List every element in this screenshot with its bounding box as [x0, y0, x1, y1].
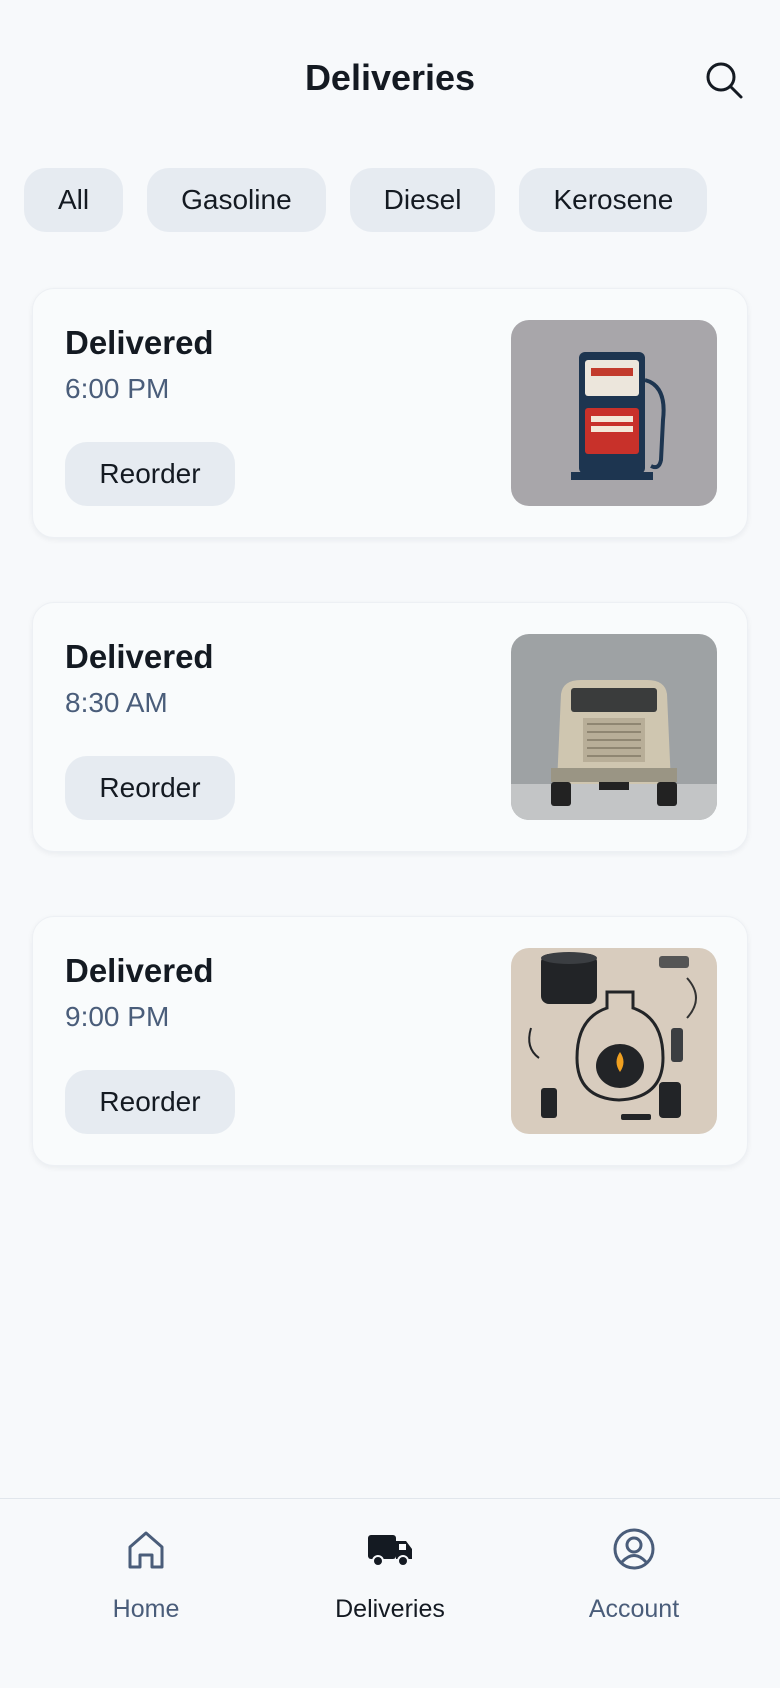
- search-button[interactable]: [700, 56, 748, 104]
- gas-pump-image: [511, 320, 717, 506]
- nav-item-deliveries[interactable]: Deliveries: [290, 1525, 490, 1645]
- page-title: Deliveries: [304, 57, 476, 98]
- deliveries-screen: Deliveries All Gasoline Diesel Kerosene …: [0, 0, 780, 1688]
- delivery-card[interactable]: Delivered 9:00 PM Reorder: [32, 916, 748, 1166]
- header: Deliveries: [0, 0, 780, 156]
- delivery-time: 6:00 PM: [65, 373, 170, 404]
- delivery-time: 8:30 AM: [65, 687, 168, 718]
- delivery-status: Delivered: [65, 324, 214, 361]
- truck-icon: [368, 1535, 412, 1567]
- home-icon: [128, 1531, 164, 1569]
- delivery-time: 9:00 PM: [65, 1001, 170, 1032]
- truck-image: [511, 634, 717, 820]
- filter-chip-all[interactable]: All: [24, 168, 124, 232]
- delivery-status: Delivered: [65, 952, 214, 989]
- user-icon: [613, 1528, 655, 1570]
- search-icon: [706, 62, 743, 99]
- delivery-status: Delivered: [65, 638, 214, 675]
- filter-chips: All Gasoline Diesel Kerosene: [24, 168, 708, 232]
- bottom-nav: Home Deliveries Account: [0, 1498, 780, 1688]
- reorder-button[interactable]: Reorder: [65, 756, 235, 820]
- filter-chip-diesel[interactable]: Diesel: [349, 168, 496, 232]
- filter-chip-kerosene[interactable]: Kerosene: [519, 168, 708, 232]
- nav-label-deliveries: Deliveries: [335, 1595, 445, 1623]
- nav-label-account: Account: [588, 1595, 680, 1623]
- kerosene-lamp-image: [511, 948, 717, 1134]
- delivery-card[interactable]: Delivered 8:30 AM Reorder: [32, 602, 748, 852]
- delivery-card[interactable]: Delivered 6:00 PM Reorder: [32, 288, 748, 538]
- filter-chip-gasoline[interactable]: Gasoline: [147, 168, 326, 232]
- nav-item-account[interactable]: Account: [534, 1525, 734, 1645]
- nav-label-home: Home: [112, 1595, 180, 1623]
- reorder-button[interactable]: Reorder: [65, 1070, 235, 1134]
- nav-item-home[interactable]: Home: [46, 1525, 246, 1645]
- reorder-button[interactable]: Reorder: [65, 442, 235, 506]
